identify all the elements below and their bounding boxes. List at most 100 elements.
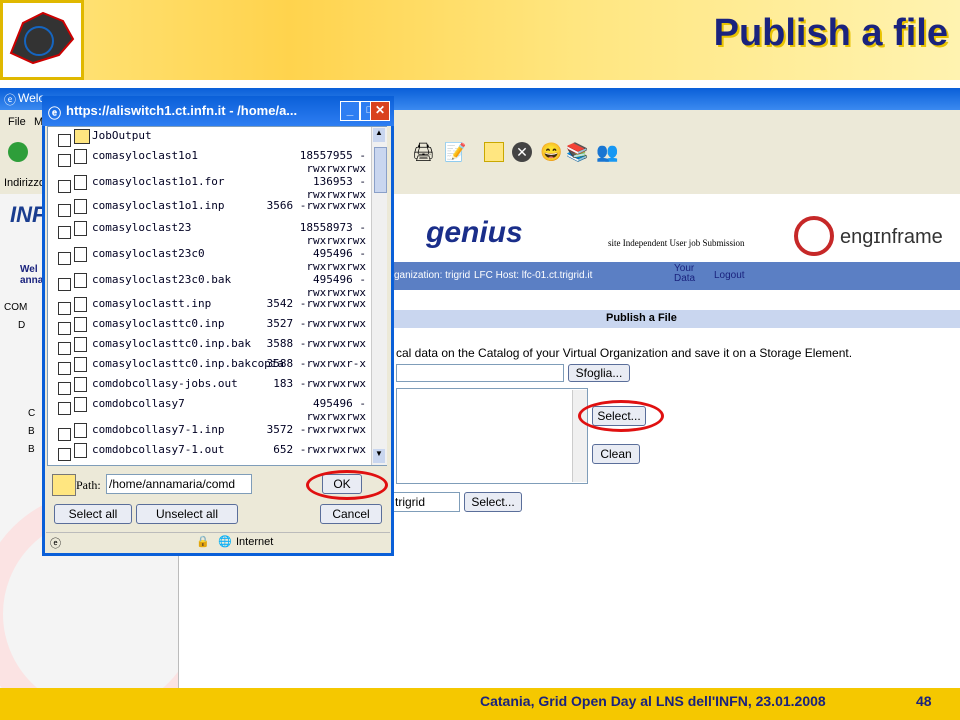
file-name: comdobcollasy7-1.out (92, 443, 225, 456)
list-scrollbar[interactable] (572, 390, 587, 482)
file-row[interactable]: comasyloclast23c0.bak 495496 - rwxrwxrwx (48, 273, 372, 299)
page-icon: ⓔ (50, 538, 61, 550)
minimize-icon[interactable]: _ (340, 101, 360, 121)
file-path-input[interactable] (396, 364, 564, 382)
file-size: 3588 -rwxrwxrwx (266, 337, 366, 350)
select-vo-button[interactable]: Select... (464, 492, 522, 512)
file-size: 3527 -rwxrwxrwx (266, 317, 366, 330)
file-size: 3588 -rwxrwxr-x (266, 357, 366, 370)
scroll-down-icon[interactable]: ▼ (373, 449, 385, 463)
vo-field[interactable]: trigrid (390, 492, 460, 512)
ie-icon: ⓔ (4, 93, 17, 107)
logout-link[interactable]: Logout (714, 270, 745, 281)
notes-icon[interactable] (484, 142, 504, 162)
file-checkbox[interactable] (58, 402, 71, 415)
selected-files-list[interactable] (396, 388, 588, 484)
file-list[interactable]: JobOutput comasyloclast1o1 18557955 - rwxr… (47, 126, 387, 466)
file-row[interactable]: comdobcollasy7-1.out 652 -rwxrwxrwx (48, 443, 372, 465)
scroll-thumb[interactable] (374, 147, 387, 193)
file-icon (74, 397, 87, 412)
file-icon (74, 357, 87, 372)
popup-title: https://aliswitch1.ct.infn.it - /home/a.… (66, 103, 298, 118)
file-checkbox[interactable] (58, 382, 71, 395)
menu-file[interactable]: File (8, 116, 26, 128)
file-checkbox[interactable] (58, 226, 71, 239)
file-size: 3572 -rwxrwxrwx (266, 423, 366, 436)
tree-item[interactable]: C (28, 408, 35, 419)
file-name: comasyloclast1o1 (92, 149, 198, 162)
select-all-button[interactable]: Select all (54, 504, 132, 524)
file-checkbox[interactable] (58, 154, 71, 167)
browse-button[interactable]: Sfoglia... (568, 364, 630, 382)
tree-item[interactable]: B (28, 426, 35, 437)
file-size: 652 -rwxrwxrwx (273, 443, 366, 456)
print-icon[interactable]: 🖨 (412, 142, 435, 163)
browser-title: Welc (18, 91, 45, 105)
file-icon (74, 423, 87, 438)
scroll-up-icon[interactable]: ▲ (373, 128, 385, 142)
file-name: comasyloclast23 (92, 221, 192, 234)
enginframe-icon (794, 216, 834, 256)
file-checkbox[interactable] (58, 428, 71, 441)
file-checkbox[interactable] (58, 342, 71, 355)
file-checkbox[interactable] (58, 204, 71, 217)
clean-button[interactable]: Clean (592, 444, 640, 464)
enginframe-logo: engɪnframe (840, 226, 943, 248)
close-icon[interactable]: ✕ (370, 101, 390, 121)
file-row[interactable]: comasyloclast1o1.for 136953 - rwxrwxrwx (48, 175, 372, 201)
up-folder-icon[interactable] (52, 474, 76, 496)
file-row[interactable]: comasyloclast1o1 18557955 - rwxrwxrwx (48, 149, 372, 175)
infn-logo: INF (10, 202, 46, 227)
tree-item[interactable]: COM (4, 302, 27, 313)
file-row[interactable]: comasyloclast23c0 495496 - rwxrwxrwx (48, 247, 372, 273)
close-x-icon[interactable]: ✕ (512, 142, 532, 162)
file-size: 183 -rwxrwxrwx (273, 377, 366, 390)
word-icon[interactable]: 📝 (444, 142, 466, 163)
popup-statusbar: ⓔ 🔒 🌐 Internet (46, 532, 390, 553)
file-checkbox[interactable] (58, 362, 71, 375)
unselect-all-button[interactable]: Unselect all (136, 504, 238, 524)
path-input[interactable]: /home/annamaria/comd (106, 474, 252, 494)
file-checkbox[interactable] (58, 278, 71, 291)
file-checkbox[interactable] (58, 448, 71, 461)
file-icon (74, 221, 87, 236)
file-row[interactable]: comasyloclast23 18558973 - rwxrwxrwx (48, 221, 372, 247)
file-checkbox[interactable] (58, 180, 71, 193)
file-name: comasyloclast23c0 (92, 247, 205, 260)
file-icon (74, 377, 87, 392)
file-size: 495496 - rwxrwxrwx (306, 397, 366, 423)
highlight-select-ring (578, 400, 664, 432)
instructions-text: cal data on the Catalog of your Virtual … (396, 346, 853, 360)
file-name: comdobcollasy7 (92, 397, 185, 410)
file-size: 495496 - rwxrwxrwx (306, 247, 366, 273)
tree-item[interactable]: D (18, 320, 25, 331)
file-size: 3542 -rwxrwxrwx (266, 297, 366, 310)
research-icon[interactable]: 📚 (566, 142, 588, 163)
cancel-button[interactable]: Cancel (320, 504, 382, 524)
file-name: comasyloclastt.inp (92, 297, 212, 310)
file-name: comasyloclasttc0.inp.bak (92, 337, 251, 350)
file-size: 18558973 - rwxrwxrwx (299, 221, 366, 247)
page-heading: Publish a File (606, 312, 677, 324)
site-tagline: site Independent User job Submission (608, 238, 745, 248)
popup-ie-icon: ⓔ (48, 106, 62, 121)
file-icon (74, 337, 87, 352)
file-icon (74, 175, 87, 190)
file-name: comasyloclast1o1.for (92, 175, 225, 188)
footer-text: Catania, Grid Open Day al LNS dell'INFN,… (480, 693, 826, 709)
file-row[interactable]: comdobcollasy7 495496 - rwxrwxrwx (48, 397, 372, 423)
file-checkbox[interactable] (58, 322, 71, 335)
file-checkbox[interactable] (58, 302, 71, 315)
messenger-people-icon[interactable]: 👥 (596, 142, 618, 163)
file-icon (74, 273, 87, 288)
lock-icon: 🔒 (196, 536, 210, 548)
messenger-smiley-icon[interactable]: 😄 (540, 142, 562, 163)
file-icon (74, 247, 87, 262)
file-checkbox[interactable] (58, 134, 71, 147)
file-row[interactable]: comasyloclast1o1.inp 3566 -rwxrwxrwx (48, 199, 372, 223)
file-size: 18557955 - rwxrwxrwx (299, 149, 366, 175)
back-icon[interactable] (8, 142, 28, 162)
file-list-scrollbar[interactable]: ▲ ▼ (371, 127, 387, 465)
your-data-link[interactable]: Your Data (674, 264, 695, 284)
file-checkbox[interactable] (58, 252, 71, 265)
